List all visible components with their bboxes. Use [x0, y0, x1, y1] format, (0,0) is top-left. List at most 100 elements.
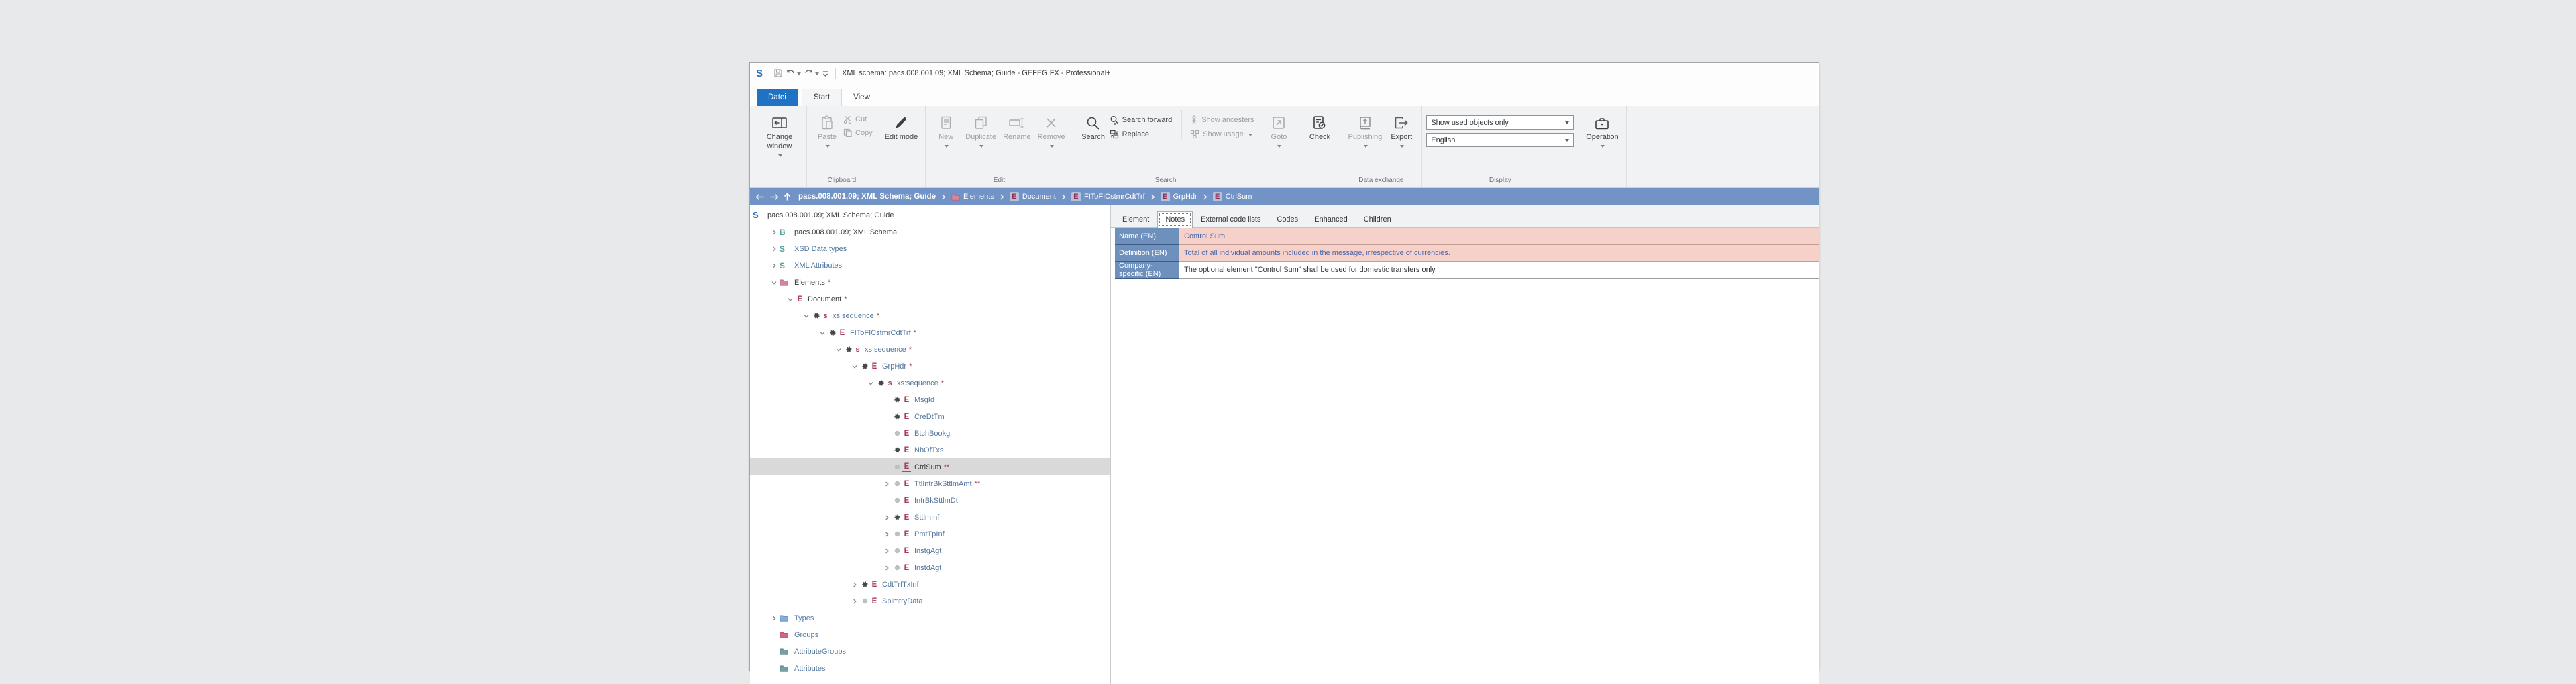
- detail-tab-codes[interactable]: Codes: [1269, 211, 1306, 228]
- detail-tab-notes[interactable]: Notes: [1157, 211, 1193, 228]
- collapse-chevron-icon[interactable]: [801, 313, 812, 319]
- tab-datei[interactable]: Datei: [757, 89, 798, 106]
- expand-chevron-icon[interactable]: [881, 548, 892, 554]
- goto-button[interactable]: Goto: [1263, 110, 1295, 152]
- tree-item[interactable]: Bpacs.008.001.09; XML Schema: [750, 224, 1110, 240]
- detail-tab-enhanced[interactable]: Enhanced: [1306, 211, 1356, 228]
- property-value[interactable]: Control Sum: [1179, 228, 1819, 245]
- tree-item[interactable]: EFIToFICstmrCdtTrf*: [750, 324, 1110, 341]
- tree-item-selected[interactable]: ECtrlSum**: [750, 458, 1110, 475]
- remove-button[interactable]: Remove: [1034, 110, 1069, 152]
- collapse-chevron-icon[interactable]: [833, 347, 844, 352]
- search-forward-button[interactable]: Search forward: [1110, 115, 1173, 125]
- tree-item[interactable]: sxs:sequence*: [750, 307, 1110, 324]
- expand-chevron-icon[interactable]: [769, 616, 780, 621]
- back-arrow-icon[interactable]: [755, 193, 765, 201]
- tree-item[interactable]: sxs:sequence*: [750, 341, 1110, 358]
- breadcrumb-item[interactable]: EGrpHdr: [1161, 192, 1197, 201]
- tree-item[interactable]: EMsgId: [750, 391, 1110, 408]
- show-ancesters-button[interactable]: Show ancesters: [1190, 115, 1254, 125]
- tree-item[interactable]: sxs:sequence*: [750, 375, 1110, 391]
- tree-item[interactable]: ECreDtTm: [750, 408, 1110, 425]
- cut-button[interactable]: Cut: [843, 115, 873, 124]
- breadcrumb-item[interactable]: ECtrlSum: [1213, 192, 1252, 201]
- breadcrumb-item-label: GrpHdr: [1173, 193, 1197, 201]
- property-row: Name (EN)Control Sum: [1115, 228, 1819, 245]
- property-value[interactable]: Total of all individual amounts included…: [1179, 245, 1819, 262]
- tree-item[interactable]: EBtchBookg: [750, 425, 1110, 442]
- tree-item[interactable]: EDocument*: [750, 291, 1110, 307]
- tree-item[interactable]: Groups: [750, 626, 1110, 643]
- breadcrumb-item[interactable]: EFIToFICstmrCdtTrf: [1071, 192, 1145, 201]
- expand-chevron-icon[interactable]: [881, 481, 892, 487]
- tree-item-label: pacs.008.001.09; XML Schema: [794, 228, 897, 236]
- forward-arrow-icon[interactable]: [769, 193, 779, 201]
- search-button[interactable]: Search: [1077, 110, 1110, 145]
- copy-button[interactable]: Copy: [843, 128, 873, 137]
- breadcrumb-item[interactable]: Elements: [951, 193, 994, 201]
- expand-chevron-icon[interactable]: [881, 532, 892, 537]
- expand-chevron-icon[interactable]: [881, 515, 892, 520]
- tree-item[interactable]: ETtlIntrBkSttlmAmt**: [750, 475, 1110, 492]
- expand-chevron-icon[interactable]: [769, 246, 780, 252]
- tree-item[interactable]: Spacs.008.001.09; XML Schema; Guide: [750, 207, 1110, 224]
- tree-item[interactable]: EIntrBkSttlmDt: [750, 492, 1110, 509]
- collapse-chevron-icon[interactable]: [865, 381, 876, 386]
- change-window-button[interactable]: Change window: [757, 110, 802, 162]
- tree-item[interactable]: SXML Attributes: [750, 257, 1110, 274]
- tree-item[interactable]: EPmtTpInf: [750, 526, 1110, 542]
- undo-button[interactable]: [786, 69, 801, 78]
- duplicate-button[interactable]: Duplicate: [962, 110, 1000, 152]
- detail-tab-element[interactable]: Element: [1114, 211, 1157, 228]
- property-value[interactable]: The optional element "Control Sum" shall…: [1179, 262, 1819, 279]
- up-arrow-icon[interactable]: [784, 193, 791, 201]
- collapse-chevron-icon[interactable]: [817, 330, 828, 336]
- rename-button[interactable]: Rename: [1000, 110, 1034, 145]
- check-button[interactable]: Check: [1303, 110, 1336, 145]
- expand-chevron-icon[interactable]: [849, 599, 860, 604]
- tree-item[interactable]: Attributes: [750, 660, 1110, 677]
- redo-dropdown-caret[interactable]: [815, 72, 819, 77]
- tree-item-label: xs:sequence: [897, 379, 938, 387]
- tree-item[interactable]: ENbOfTxs: [750, 442, 1110, 458]
- new-button[interactable]: New: [930, 110, 962, 152]
- redo-button[interactable]: [804, 69, 819, 78]
- expand-chevron-icon[interactable]: [769, 263, 780, 268]
- publishing-button[interactable]: Publishing: [1344, 110, 1385, 152]
- expand-chevron-icon[interactable]: [849, 582, 860, 587]
- tree-item[interactable]: ECdtTrfTxInf: [750, 576, 1110, 593]
- show-usage-button[interactable]: Show usage: [1190, 130, 1254, 139]
- breadcrumb-root[interactable]: pacs.008.001.09; XML Schema; Guide: [798, 193, 936, 201]
- detail-tab-children[interactable]: Children: [1356, 211, 1399, 228]
- expand-chevron-icon[interactable]: [769, 230, 780, 235]
- undo-dropdown-caret[interactable]: [797, 72, 801, 77]
- tab-view[interactable]: View: [842, 89, 881, 106]
- edit-mode-button[interactable]: Edit mode: [881, 110, 922, 145]
- tree-item[interactable]: Elements*: [750, 274, 1110, 291]
- customize-quick-access-button[interactable]: [822, 70, 829, 77]
- export-button[interactable]: Export: [1385, 110, 1417, 152]
- collapse-chevron-icon[interactable]: [785, 297, 796, 302]
- tree-item-flag: **: [975, 480, 981, 488]
- display-filter-select[interactable]: Show used objects only: [1426, 115, 1574, 130]
- tree-item[interactable]: EInstgAgt: [750, 542, 1110, 559]
- tree-item[interactable]: ESplmtryData: [750, 593, 1110, 609]
- paste-button[interactable]: Paste: [811, 110, 843, 152]
- replace-button[interactable]: Replace: [1110, 130, 1173, 139]
- tree-item[interactable]: SXSD Data types: [750, 240, 1110, 257]
- save-button[interactable]: [773, 68, 783, 78]
- tree-item[interactable]: AttributeGroups: [750, 643, 1110, 660]
- optional-circle-icon: [892, 530, 902, 538]
- tree-item[interactable]: EGrpHdr*: [750, 358, 1110, 375]
- collapse-chevron-icon[interactable]: [769, 280, 780, 285]
- operation-button[interactable]: Operation: [1582, 110, 1621, 152]
- tree-item[interactable]: Types: [750, 609, 1110, 626]
- tab-start[interactable]: Start: [802, 89, 842, 106]
- language-select[interactable]: English: [1426, 133, 1574, 147]
- tree-item[interactable]: EInstdAgt: [750, 559, 1110, 576]
- detail-tab-external-code-lists[interactable]: External code lists: [1193, 211, 1269, 228]
- tree-item[interactable]: ESttlmInf: [750, 509, 1110, 526]
- collapse-chevron-icon[interactable]: [849, 364, 860, 369]
- breadcrumb-item[interactable]: EDocument: [1010, 192, 1056, 201]
- expand-chevron-icon[interactable]: [881, 565, 892, 571]
